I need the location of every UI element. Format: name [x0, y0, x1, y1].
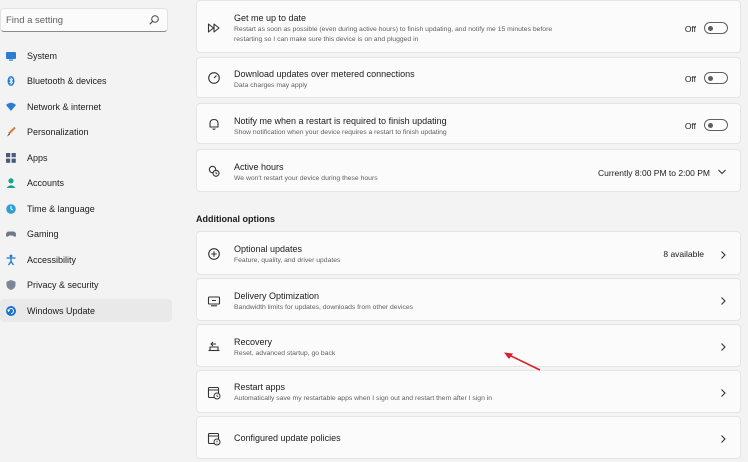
chevron-right-icon[interactable]	[719, 434, 727, 444]
sidebar-item-label: Accessibility	[27, 254, 77, 265]
notify-restart-card[interactable]: Notify me when a restart is required to …	[196, 103, 741, 144]
card-subtitle: Feature, quality, and driver updates	[234, 257, 341, 264]
card-title: Get me up to date	[234, 13, 307, 23]
card-title: Optional updates	[234, 244, 303, 254]
toggle-knob	[707, 25, 713, 31]
card-subtitle: restarting so I can make sure this devic…	[234, 36, 419, 43]
gauge-icon	[208, 72, 220, 84]
sidebar-item-label: Accounts	[27, 178, 65, 188]
card-subtitle: Restart as soon as possible (even during…	[234, 26, 553, 33]
toggle-state-label: Off	[684, 24, 696, 34]
accessibility-icon	[5, 254, 17, 266]
toggle-state-label: Off	[684, 74, 696, 84]
sidebar-item-bluetooth[interactable]: Bluetooth & devices	[0, 70, 172, 93]
policy-icon	[207, 432, 221, 446]
shield-icon	[5, 279, 17, 291]
chevron-right-icon[interactable]	[719, 388, 727, 398]
search-icon[interactable]	[148, 14, 160, 26]
chevron-down-icon[interactable]	[717, 168, 727, 176]
card-title: Delivery Optimization	[234, 291, 320, 301]
active-hours-card[interactable]: Active hours We won't restart your devic…	[196, 149, 741, 192]
optional-updates-card[interactable]: Optional updates Feature, quality, and d…	[196, 231, 741, 275]
configured-update-policies-card[interactable]: Configured update policies	[196, 416, 741, 459]
sidebar-item-apps[interactable]: Apps	[0, 146, 172, 169]
update-icon	[5, 305, 17, 317]
chevron-right-icon[interactable]	[719, 342, 727, 352]
notify-restart-toggle[interactable]	[704, 119, 728, 131]
card-title: Recovery	[234, 337, 273, 347]
sidebar: System Bluetooth & devices Network & int…	[0, 0, 178, 462]
chevron-right-icon[interactable]	[719, 296, 727, 306]
monitor-icon	[5, 50, 17, 62]
card-title: Configured update policies	[234, 433, 341, 443]
sidebar-item-accounts[interactable]: Accounts	[0, 172, 172, 195]
sidebar-item-gaming[interactable]: Gaming	[0, 223, 172, 246]
chevron-right-icon[interactable]	[719, 250, 727, 260]
sidebar-item-label: Gaming	[27, 229, 59, 239]
sidebar-item-windows-update[interactable]: Windows Update	[0, 299, 172, 322]
delivery-optimization-card[interactable]: Delivery Optimization Bandwidth limits f…	[196, 278, 741, 321]
sidebar-item-label: System	[27, 50, 58, 61]
card-title: Restart apps	[234, 382, 286, 392]
additional-options-heading: Additional options	[196, 214, 275, 224]
recovery-card[interactable]: Recovery Reset, advanced startup, go bac…	[196, 324, 741, 367]
wifi-icon	[5, 101, 17, 113]
apps-icon	[5, 152, 17, 164]
card-title: Download updates over metered connection…	[234, 69, 415, 79]
card-subtitle: Automatically save my restartable apps w…	[234, 395, 493, 402]
restart-apps-icon	[207, 386, 221, 400]
sidebar-item-accessibility[interactable]: Accessibility	[0, 248, 172, 271]
clock-sun-icon	[208, 165, 220, 177]
toggle-knob	[707, 122, 713, 128]
sidebar-item-label: Privacy & security	[27, 280, 99, 290]
recovery-icon	[208, 341, 220, 352]
add-circle-icon	[208, 248, 220, 260]
sidebar-item-label: Personalization	[27, 127, 89, 137]
sidebar-item-label: Bluetooth & devices	[27, 76, 107, 86]
metered-toggle[interactable]	[704, 72, 728, 84]
card-title: Notify me when a restart is required to …	[234, 116, 447, 126]
search-box[interactable]	[0, 8, 168, 32]
sidebar-item-privacy-security[interactable]: Privacy & security	[0, 274, 172, 297]
sidebar-item-network[interactable]: Network & internet	[0, 95, 172, 118]
optional-updates-count: 8 available	[663, 249, 704, 259]
card-subtitle: We won't restart your device during thes…	[234, 175, 378, 182]
gamepad-icon	[5, 228, 17, 240]
card-subtitle: Bandwidth limits for updates, downloads …	[234, 304, 414, 311]
restart-apps-card[interactable]: Restart apps Automatically save my resta…	[196, 370, 741, 413]
delivery-optimization-icon	[207, 296, 221, 307]
toggle-knob	[707, 75, 713, 81]
active-hours-value: Currently 8:00 PM to 2:00 PM	[598, 168, 710, 178]
card-title: Active hours	[234, 162, 284, 172]
toggle-state-label: Off	[684, 121, 696, 131]
sidebar-item-label: Windows Update	[27, 305, 96, 316]
main-panel: Get me up to date Restart as soon as pos…	[196, 0, 741, 462]
card-subtitle: Show notification when your device requi…	[234, 129, 447, 136]
search-input[interactable]	[1, 13, 148, 27]
person-icon	[5, 177, 17, 189]
bluetooth-icon	[5, 75, 17, 87]
fast-forward-icon	[207, 23, 220, 33]
sidebar-item-personalization[interactable]: Personalization	[0, 121, 172, 144]
card-subtitle: Data charges may apply	[234, 82, 308, 89]
card-subtitle: Reset, advanced startup, go back	[234, 350, 336, 357]
globe-clock-icon	[5, 203, 17, 215]
metered-connections-card[interactable]: Download updates over metered connection…	[196, 57, 741, 98]
annotation-arrow-icon	[504, 352, 541, 371]
sidebar-item-label: Time & language	[27, 203, 95, 214]
sidebar-item-label: Apps	[27, 152, 48, 163]
sidebar-nav: System Bluetooth & devices Network & int…	[0, 44, 172, 325]
sidebar-item-time-language[interactable]: Time & language	[0, 197, 172, 220]
get-up-to-date-toggle[interactable]	[704, 22, 728, 34]
sidebar-item-label: Network & internet	[27, 101, 102, 112]
bell-icon	[209, 118, 219, 130]
sidebar-item-system[interactable]: System	[0, 44, 172, 67]
get-me-up-to-date-card[interactable]: Get me up to date Restart as soon as pos…	[196, 0, 741, 53]
brush-icon	[5, 126, 17, 138]
